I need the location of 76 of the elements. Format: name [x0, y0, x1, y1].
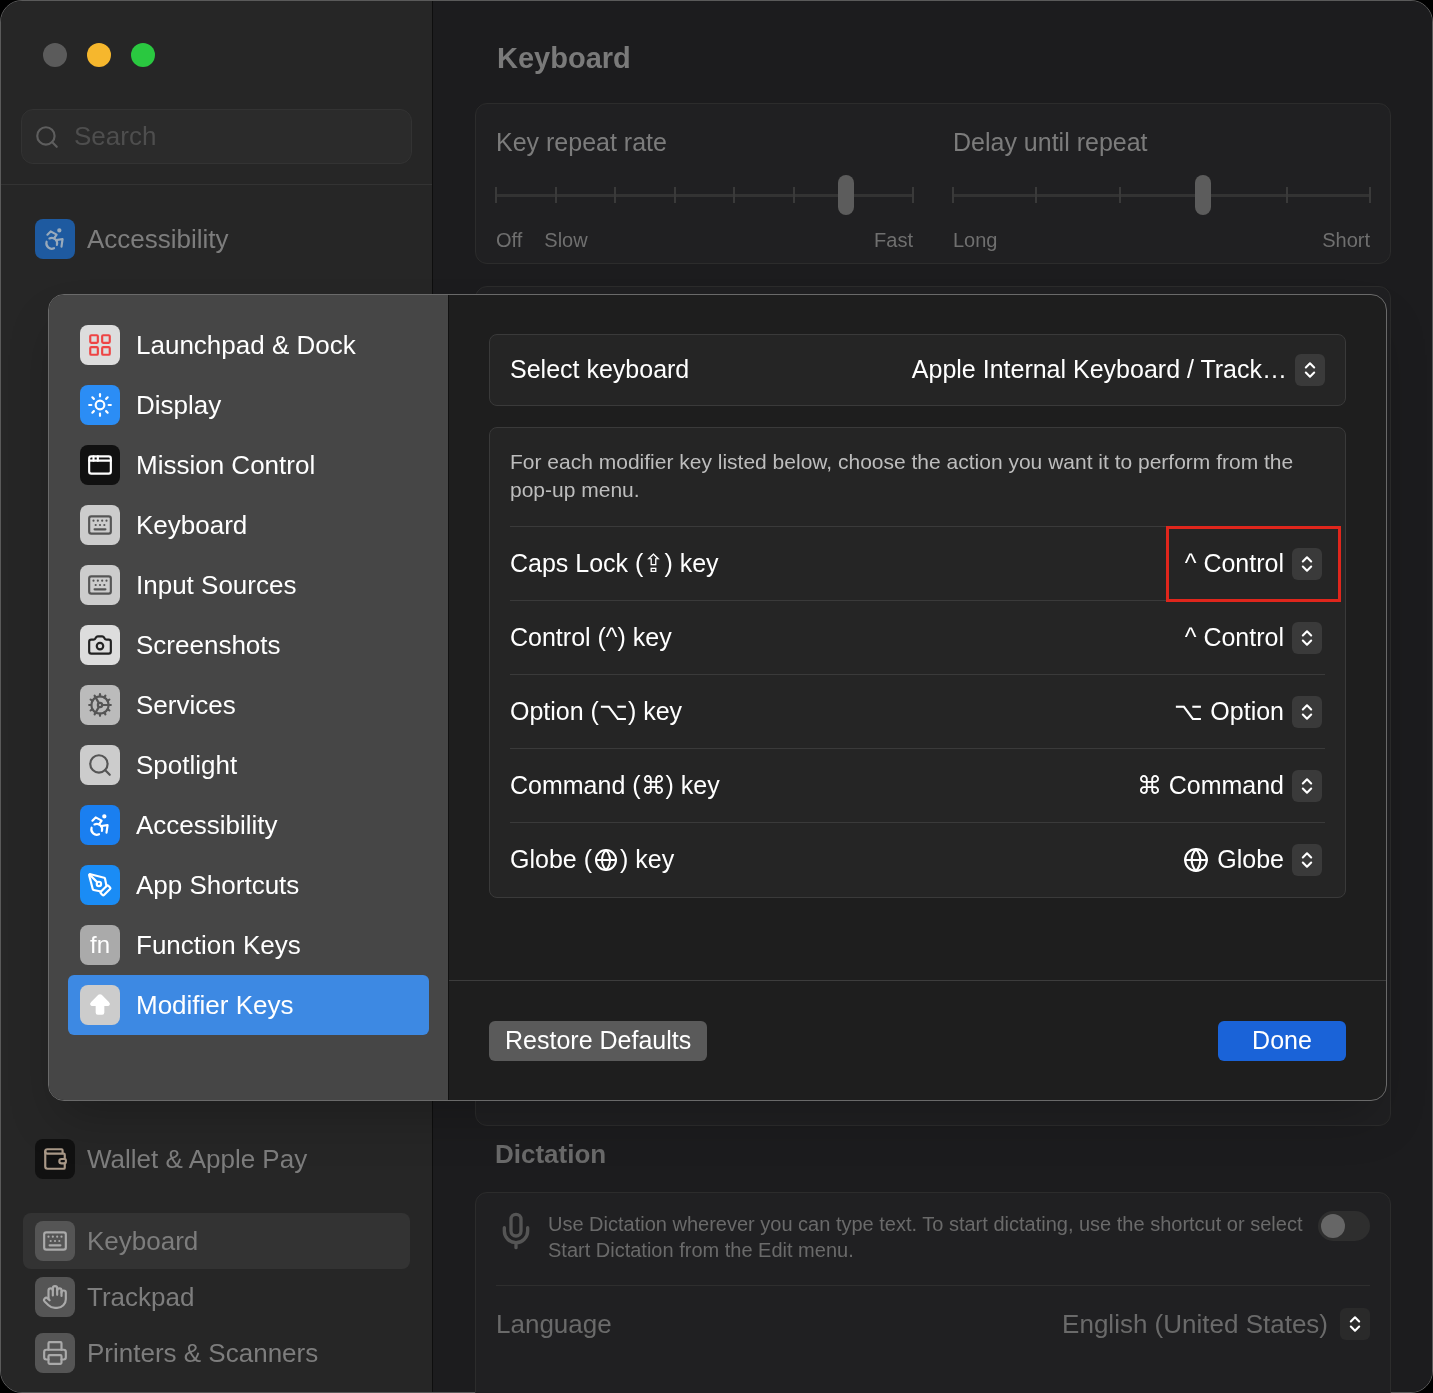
action-popup[interactable]: ⌘ Command — [1136, 766, 1284, 805]
stepper-icon[interactable] — [1292, 769, 1322, 802]
keyboard-icon — [80, 505, 120, 545]
key-label: Option (⌥) key — [510, 695, 683, 727]
key-label: Caps Lock (⇪) key — [510, 547, 719, 579]
slider-mark-label: Fast — [874, 228, 913, 253]
sheet-sidebar-item[interactable]: Launchpad & Dock — [68, 315, 429, 375]
stepper-icon[interactable] — [1295, 354, 1325, 386]
slider-thumb[interactable] — [1195, 175, 1212, 215]
sheet-sidebar-item[interactable]: fn Function Keys — [68, 915, 429, 975]
key-label: Control (^) key — [510, 621, 672, 653]
sheet-sidebar-item[interactable]: App Shortcuts — [68, 855, 429, 915]
gear-icon — [80, 685, 120, 725]
stepper-icon[interactable] — [1292, 695, 1322, 728]
key-label: ) key — [620, 844, 675, 876]
search-icon — [34, 123, 60, 150]
keyboard-icon — [80, 565, 120, 605]
accessibility-icon — [35, 219, 75, 259]
sheet-sidebar-item[interactable]: Screenshots — [68, 615, 429, 675]
done-button[interactable]: Done — [1218, 1020, 1346, 1061]
stepper-icon[interactable] — [1292, 844, 1322, 876]
window-control[interactable] — [87, 43, 111, 67]
section-heading: Dictation — [495, 1138, 608, 1171]
sheet-sidebar-item[interactable]: Spotlight — [68, 735, 429, 795]
dictation-toggle[interactable] — [1318, 1211, 1370, 1241]
action-popup[interactable]: ^ Control — [1184, 544, 1284, 583]
slider-track[interactable] — [496, 175, 913, 215]
key-label: Globe ( — [510, 844, 592, 876]
wallet-icon — [35, 1139, 75, 1179]
slider-label: Delay until repeat — [953, 126, 1149, 158]
sheet-sidebar-item[interactable]: Modifier Keys — [68, 975, 429, 1035]
stepper-icon[interactable] — [1292, 621, 1322, 654]
windows-icon — [80, 445, 120, 485]
pen-icon — [80, 865, 120, 905]
slider-thumb[interactable] — [838, 175, 855, 215]
sidebar-item[interactable]: Printers & Scanners — [23, 1325, 410, 1381]
page-title: Keyboard — [497, 41, 632, 76]
keyboard-icon — [35, 1221, 75, 1261]
key-label: Command (⌘) key — [510, 769, 720, 801]
globe-icon — [594, 848, 618, 872]
search-icon — [80, 745, 120, 785]
action-popup[interactable]: ^ Control — [1184, 618, 1284, 657]
sheet-sidebar-item[interactable]: Mission Control — [68, 435, 429, 495]
stepper-icon[interactable] — [1340, 1308, 1370, 1340]
sheet-sidebar-item[interactable]: Services — [68, 675, 429, 735]
window-control[interactable] — [131, 43, 155, 67]
slider-mark-label: Off — [496, 228, 523, 253]
action-popup[interactable]: Globe — [1217, 841, 1284, 879]
globe-icon — [1183, 847, 1210, 873]
accessibility-icon — [80, 805, 120, 845]
language-label: Language — [496, 1307, 612, 1341]
select-keyboard-row: Select keyboard Apple Internal Keyboard / Track… — [489, 334, 1346, 406]
sheet-sidebar-item[interactable]: Display — [68, 375, 429, 435]
stepper-icon[interactable] — [1292, 547, 1322, 580]
instructions-text: For each modifier key listed below, choose the action you want it to perform from the pop-up menu. — [510, 428, 1325, 527]
hand-icon — [35, 1277, 75, 1317]
camera-icon — [80, 625, 120, 665]
keyboard-popup[interactable]: Apple Internal Keyboard / Track… — [911, 351, 1287, 389]
restore-defaults-button[interactable]: Restore Defaults — [489, 1020, 708, 1061]
sheet-sidebar-item[interactable]: Keyboard — [68, 495, 429, 555]
sun-icon — [80, 385, 120, 425]
sheet-sidebar-item[interactable]: Accessibility — [68, 795, 429, 855]
slider-mark-label: Short — [1322, 228, 1370, 253]
slider-mark-label: Long — [953, 228, 998, 253]
app-grid-icon — [80, 325, 120, 365]
sidebar-item[interactable]: Accessibility — [23, 211, 410, 267]
dictation-description: Use Dictation wherever you can type text. To start dictating, use the shortcut or select Start Dictation from the Edit menu. — [548, 1212, 1304, 1263]
slider-track[interactable] — [953, 175, 1370, 215]
sidebar-item[interactable]: Wallet & Apple Pay — [23, 1131, 410, 1187]
slider-label: Key repeat rate — [496, 126, 668, 158]
fn-icon: fn — [80, 925, 120, 965]
sidebar-item[interactable]: Trackpad — [23, 1269, 410, 1325]
action-popup[interactable]: ⌥ Option — [1174, 692, 1284, 731]
slider-mark-label: Slow — [544, 228, 588, 253]
sheet-sidebar-item[interactable]: Input Sources — [68, 555, 429, 615]
printer-icon — [35, 1333, 75, 1373]
